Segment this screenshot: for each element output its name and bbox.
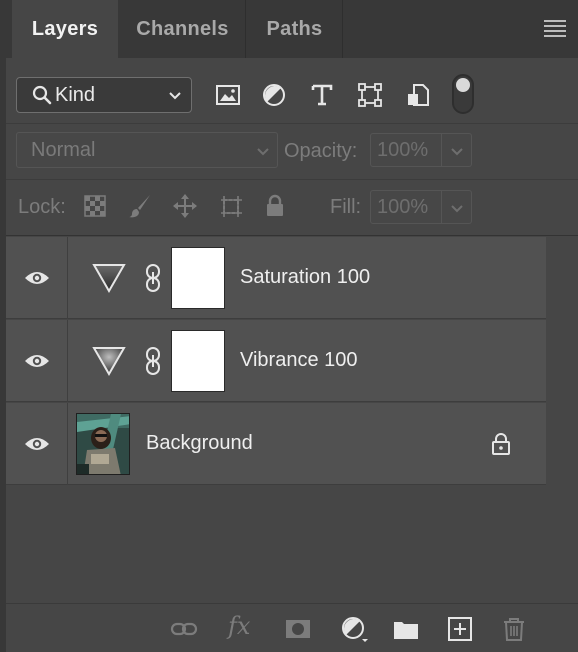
tab-bar: Layers Channels Paths (6, 0, 578, 58)
lock-label: Lock: (18, 196, 66, 218)
eye-icon (24, 355, 49, 367)
blend-mode-select[interactable]: Normal (16, 132, 278, 168)
tab-channels[interactable]: Channels (120, 0, 246, 58)
smart-object-filter-icon[interactable] (404, 81, 432, 109)
fill-dropdown-button[interactable] (442, 190, 472, 224)
delete-layer-trash-icon[interactable] (500, 615, 528, 643)
layers-bottom-toolbar: fx (6, 603, 578, 652)
layer-mask-thumbnail[interactable] (171, 330, 225, 392)
opacity-dropdown-button[interactable] (442, 133, 472, 167)
opacity-field[interactable]: 100% (370, 133, 442, 167)
chevron-down-icon (451, 148, 463, 156)
filter-kind-select[interactable]: Kind (16, 77, 192, 113)
layers-list: Saturation 100 Vibrance 100 Background (6, 237, 578, 603)
filter-toggle-switch[interactable] (452, 74, 474, 114)
eye-icon (24, 272, 49, 284)
visibility-toggle[interactable] (6, 320, 68, 402)
blend-row: Normal Opacity: 100% (6, 124, 578, 180)
layer-lock-icon[interactable] (490, 432, 512, 456)
add-layer-mask-icon[interactable] (284, 615, 312, 643)
pixel-filter-icon[interactable] (214, 81, 242, 109)
panel-menu-icon[interactable] (544, 20, 566, 38)
layer-row-vibrance[interactable]: Vibrance 100 (6, 320, 546, 402)
new-layer-icon[interactable] (446, 615, 474, 643)
hue-saturation-adjustment-icon (92, 264, 126, 293)
lock-position-move-icon[interactable] (172, 193, 198, 219)
lock-artboard-icon[interactable] (218, 193, 244, 219)
filter-kind-label: Kind (55, 83, 96, 106)
new-adjustment-layer-icon[interactable] (340, 615, 368, 643)
chevron-down-icon (169, 92, 181, 100)
search-icon (32, 85, 52, 105)
tab-paths[interactable]: Paths (247, 0, 343, 58)
lock-transparent-pixels-icon[interactable] (82, 193, 108, 219)
eye-icon (24, 438, 49, 450)
layer-name[interactable]: Vibrance 100 (240, 349, 358, 372)
mask-link-chain-icon[interactable] (142, 346, 164, 376)
layer-row-saturation[interactable]: Saturation 100 (6, 237, 546, 319)
tab-layers[interactable]: Layers (12, 0, 118, 58)
type-filter-icon[interactable] (308, 81, 336, 109)
new-group-folder-icon[interactable] (392, 615, 420, 643)
fill-field[interactable]: 100% (370, 190, 442, 224)
layer-name[interactable]: Background (146, 432, 253, 455)
layer-mask-thumbnail[interactable] (171, 247, 225, 309)
adjustment-filter-icon[interactable] (260, 81, 288, 109)
toggle-knob (456, 78, 470, 92)
lock-all-icon[interactable] (262, 193, 288, 219)
filter-row: Kind (6, 58, 578, 124)
layer-row-background[interactable]: Background (6, 403, 546, 485)
vibrance-adjustment-icon (92, 347, 126, 376)
layer-image-thumbnail[interactable] (76, 413, 130, 475)
link-layers-icon[interactable] (170, 615, 198, 643)
shape-filter-icon[interactable] (356, 81, 384, 109)
fill-label: Fill: (330, 196, 362, 218)
layer-style-fx-icon[interactable]: fx (228, 612, 250, 640)
lock-row: Lock: Fill: 100% (6, 180, 578, 236)
opacity-label: Opacity: (284, 140, 358, 162)
visibility-toggle[interactable] (6, 237, 68, 319)
photo-thumbnail-image (77, 414, 129, 474)
mask-link-chain-icon[interactable] (142, 263, 164, 293)
layer-name[interactable]: Saturation 100 (240, 266, 370, 289)
blend-mode-label: Normal (31, 138, 96, 161)
chevron-down-icon (257, 148, 269, 156)
visibility-toggle[interactable] (6, 403, 68, 485)
chevron-down-icon (451, 205, 463, 213)
lock-image-pixels-brush-icon[interactable] (126, 193, 152, 219)
layers-panel: Layers Channels Paths Kind Normal Opacit… (0, 0, 578, 652)
